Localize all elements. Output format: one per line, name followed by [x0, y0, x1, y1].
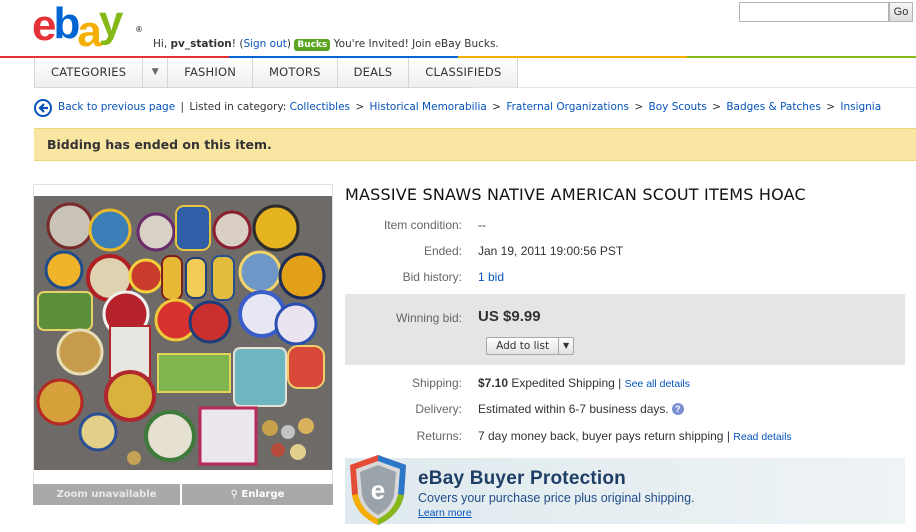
- search-input[interactable]: [739, 2, 889, 22]
- username: pv_station: [170, 38, 232, 50]
- read-details-link[interactable]: Read details: [733, 431, 791, 443]
- bid-history-label: Bid history:: [402, 270, 462, 284]
- ended-label: Ended:: [423, 244, 462, 258]
- shipping-label: Shipping:: [411, 376, 462, 390]
- magnifier-icon: ⚲: [230, 489, 238, 500]
- returns-label: Returns:: [416, 429, 462, 443]
- breadcrumb-fraternal-organizations[interactable]: Fraternal Organizations: [506, 101, 629, 113]
- bucks-invite-text[interactable]: You're Invited! Join eBay Bucks.: [334, 38, 499, 50]
- buyer-protection-title: eBay Buyer Protection: [418, 468, 626, 489]
- chevron-down-icon[interactable]: ▼: [143, 58, 169, 87]
- sign-out-link[interactable]: Sign out: [243, 38, 286, 50]
- enlarge-button[interactable]: ⚲ Enlarge: [182, 484, 333, 505]
- breadcrumb-historical-memorabilia[interactable]: Historical Memorabilia: [370, 101, 487, 113]
- buyer-protection-subtitle: Covers your purchase price plus original…: [418, 491, 695, 505]
- nav-categories[interactable]: CATEGORIES: [35, 58, 144, 87]
- shipping-method: Expedited Shipping: [511, 376, 615, 390]
- bidding-ended-notice: Bidding has ended on this item.: [34, 128, 916, 161]
- zoom-unavailable-button: Zoom unavailable: [33, 484, 182, 505]
- help-icon[interactable]: ?: [671, 403, 684, 415]
- breadcrumb-badges-patches[interactable]: Badges & Patches: [726, 101, 821, 113]
- breadcrumb-insignia[interactable]: Insignia: [840, 101, 881, 113]
- ebay-logo[interactable]: ebay ®: [32, 0, 142, 54]
- bid-history-value: 1 bid: [478, 270, 504, 284]
- back-arrow-icon[interactable]: [34, 99, 52, 117]
- user-greeting: Hi, pv_station! (Sign out) Bucks You're …: [153, 38, 499, 51]
- condition-value: --: [478, 218, 486, 232]
- delivery-value: Estimated within 6-7 business days.?: [478, 402, 684, 416]
- winning-bid-price: US $9.99: [478, 308, 541, 325]
- ebay-bucks-badge: Bucks: [294, 39, 331, 51]
- nav-motors[interactable]: MOTORS: [253, 58, 338, 87]
- shipping-price: $7.10: [478, 376, 509, 390]
- breadcrumb-boy-scouts[interactable]: Boy Scouts: [649, 101, 707, 113]
- nav-deals[interactable]: DEALS: [338, 58, 410, 87]
- search-go-button[interactable]: Go: [889, 2, 913, 22]
- product-image[interactable]: [34, 196, 332, 470]
- enlarge-label: Enlarge: [241, 489, 285, 500]
- item-title: MASSIVE SNAWS NATIVE AMERICAN SCOUT ITEM…: [345, 185, 806, 204]
- winning-bid-box: [345, 294, 905, 365]
- shipping-value: $7.10 Expedited Shipping | See all detai…: [478, 376, 690, 390]
- logo-letter-a: a: [77, 7, 102, 56]
- logo-letter-e: e: [32, 1, 57, 50]
- back-to-previous-link[interactable]: Back to previous page: [58, 101, 175, 113]
- registered-mark: ®: [136, 25, 142, 34]
- shield-icon: e: [346, 453, 410, 527]
- breadcrumb: Back to previous page | Listed in catego…: [58, 101, 882, 113]
- ended-value: Jan 19, 2011 19:00:56 PST: [478, 244, 624, 258]
- image-controls: Zoom unavailable ⚲ Enlarge: [33, 484, 333, 505]
- add-to-list-label[interactable]: Add to list: [487, 338, 560, 354]
- chevron-down-icon[interactable]: ▼: [559, 338, 573, 354]
- breadcrumb-collectibles[interactable]: Collectibles: [290, 101, 350, 113]
- logo-letter-y: y: [98, 0, 124, 46]
- add-to-list-button[interactable]: Add to list ▼: [486, 337, 574, 355]
- see-all-details-link[interactable]: See all details: [625, 378, 690, 390]
- bid-history-link[interactable]: 1 bid: [478, 270, 504, 284]
- logo-letter-b: b: [53, 0, 80, 48]
- learn-more-link[interactable]: Learn more: [418, 507, 472, 519]
- nav-fashion[interactable]: FASHION: [168, 58, 254, 87]
- winning-bid-label: Winning bid:: [395, 311, 462, 325]
- nav-filler: [474, 58, 916, 88]
- returns-value: 7 day money back, buyer pays return ship…: [478, 429, 792, 443]
- category-nav: CATEGORIES ▼ FASHION MOTORS DEALS CLASSI…: [34, 58, 519, 88]
- delivery-label: Delivery:: [415, 402, 462, 416]
- listed-in-label: Listed in category:: [189, 101, 287, 113]
- svg-text:e: e: [371, 475, 385, 505]
- condition-label: Item condition:: [383, 218, 462, 232]
